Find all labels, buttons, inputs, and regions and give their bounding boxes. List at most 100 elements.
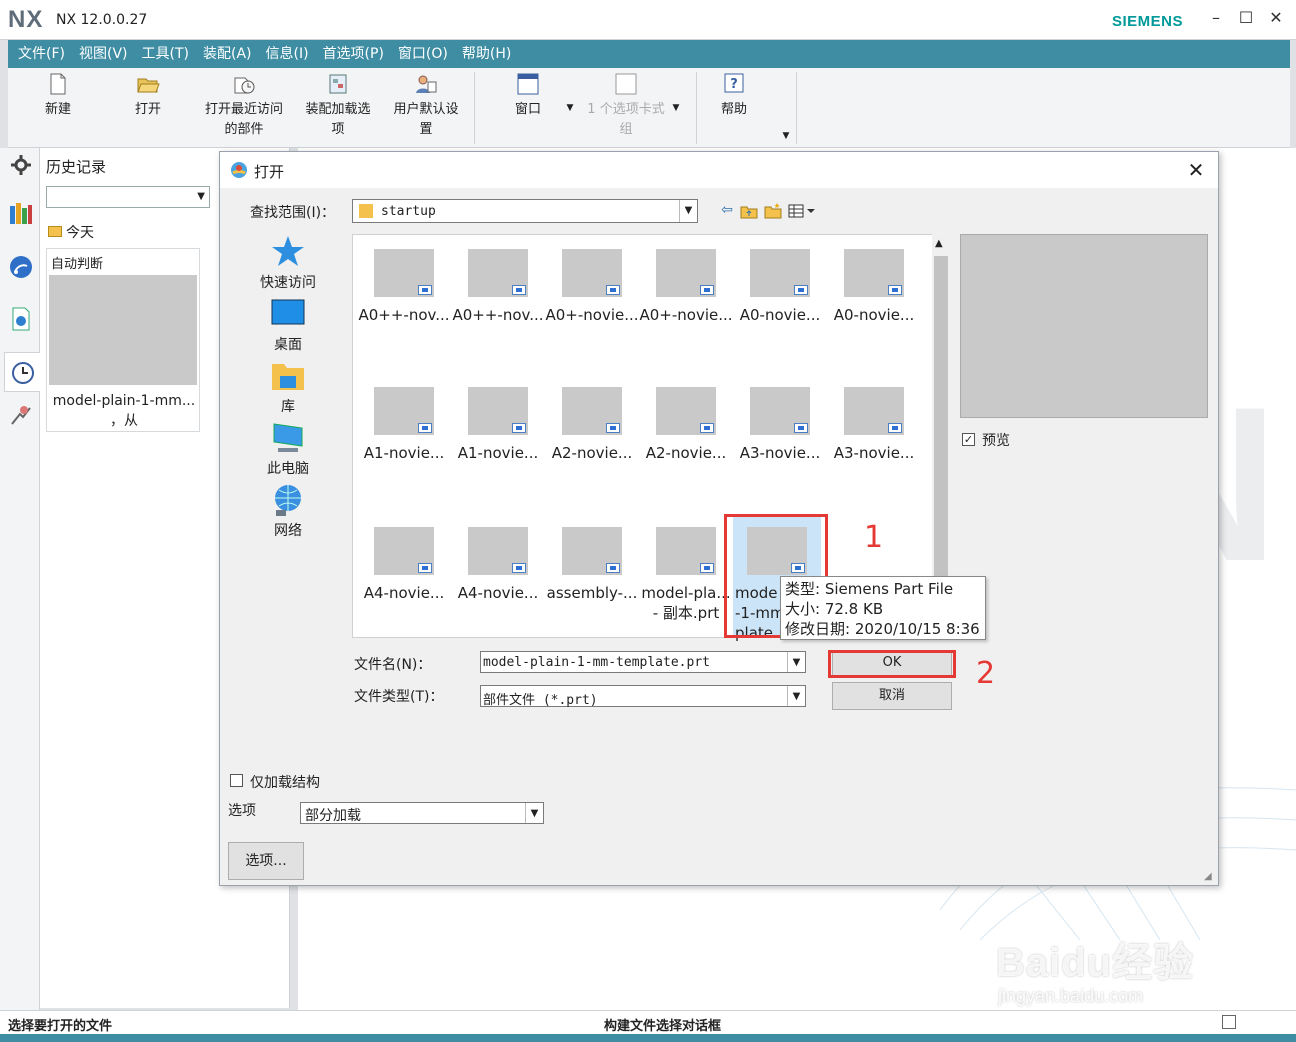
place-network[interactable]: 网络 [240,482,336,540]
history-tab[interactable] [4,352,40,392]
file-item[interactable]: A3-novie... [733,387,827,463]
place-quick-access[interactable]: 快速访问 [240,234,336,292]
tabbed-group-dropdown-icon[interactable]: ▼ [670,98,682,118]
history-filter-dropdown[interactable]: ▼ [46,186,210,208]
file-thumbnail [656,249,716,297]
window-button[interactable]: 窗口 [508,72,548,120]
file-item[interactable]: A4-novie... [357,527,451,603]
open-recent-label-1: 打开最近访问 [204,102,283,117]
file-item[interactable]: assembly-... [545,527,639,603]
part-navigator-icon[interactable] [8,200,34,226]
menu-preferences[interactable]: 首选项(P) [323,40,384,68]
new-file-icon [50,73,66,95]
part-file-icon [700,563,714,573]
part-file-icon [794,423,808,433]
file-name: A3-novie... [833,444,915,462]
file-thumbnail [562,249,622,297]
file-item[interactable]: A4-novie... [451,527,545,603]
ribbon-separator [796,72,797,144]
part-file-icon [794,285,808,295]
file-type-dropdown[interactable]: 部件文件 (*.prt) ▼ [480,685,806,708]
roles-icon[interactable] [8,402,34,428]
menu-help[interactable]: 帮助(H) [462,40,511,68]
status-prompt: 选择要打开的文件 [8,1019,113,1034]
file-item[interactable]: A2-novie... [639,387,733,463]
new-button[interactable]: 新建 [38,72,78,120]
file-name: A0+-novie... [639,306,733,324]
window-dropdown-icon[interactable]: ▼ [564,98,576,118]
settings-gear-icon[interactable] [8,152,34,178]
web-browser-icon[interactable] [8,254,34,280]
look-in-dropdown[interactable]: startup ▼ [352,199,698,223]
place-desktop[interactable]: 桌面 [240,296,336,354]
menu-window[interactable]: 窗口(O) [398,40,448,68]
menu-view[interactable]: 视图(V) [79,40,128,68]
chevron-down-icon[interactable]: ▼ [525,803,543,823]
part-file-icon [512,285,526,295]
assembly-load-options-button[interactable]: 装配加载选 项 [300,72,376,140]
history-item-type: 自动判断 [51,257,104,272]
open-recent-button[interactable]: 打开最近访问 的部件 [196,72,292,140]
place-this-pc-label: 此电脑 [267,461,309,477]
place-this-pc[interactable]: 此电脑 [240,420,336,478]
user-defaults-button[interactable]: 用户默认设 置 [388,72,464,140]
dialog-close-icon[interactable]: ✕ [1184,158,1208,182]
file-thumbnail [374,527,434,575]
file-thumbnail [374,387,434,435]
ribbon-expand-icon[interactable]: ▼ [780,126,792,146]
close-button[interactable]: ✕ [1264,8,1288,32]
file-item[interactable]: A0-novie... [827,249,921,325]
chevron-down-icon[interactable]: ▼ [787,686,805,706]
open-label: 打开 [134,102,161,117]
menu-file[interactable]: 文件(F) [18,40,65,68]
tooltip-type: 类型: Siemens Part File [785,580,954,598]
tooltip-date: 修改日期: 2020/10/15 8:36 [785,620,980,638]
view-menu-icon[interactable] [788,202,818,220]
library-folder-icon [272,364,304,390]
file-item[interactable]: A1-novie... [451,387,545,463]
fullscreen-icon[interactable] [1222,1015,1236,1029]
options-button[interactable]: 选项... [228,842,304,880]
back-arrow-icon[interactable]: ⇦ [718,202,736,220]
file-name-input[interactable]: model-plain-1-mm-template.prt ▼ [480,651,806,673]
file-item[interactable]: A0-novie... [733,249,827,325]
folder-icon [359,204,373,218]
resize-grip-icon[interactable]: ◢ [1204,871,1216,883]
scroll-up-icon[interactable]: ▲ [935,238,943,249]
preview-checkbox[interactable]: ✓ [962,433,975,446]
file-thumbnail [844,387,904,435]
file-item[interactable]: model-pla... - 副本.prt [639,527,733,623]
history-group-label: 今天 [66,225,94,241]
file-item[interactable]: A0++-nov... [357,249,451,325]
tabbed-group-icon [615,73,637,95]
cancel-button[interactable]: 取消 [832,682,952,710]
file-thumbnail [750,387,810,435]
menu-info[interactable]: 信息(I) [266,40,309,68]
history-group-today[interactable]: 今天 [48,222,94,242]
file-item[interactable]: A0+-novie... [639,249,733,325]
file-name: model-pla... - 副本.prt [639,583,733,623]
chevron-down-icon[interactable]: ▼ [787,652,805,672]
file-item[interactable]: A1-novie... [357,387,451,463]
open-button[interactable]: 打开 [128,72,168,120]
file-item[interactable]: A3-novie... [827,387,921,463]
place-libraries[interactable]: 库 [240,358,336,416]
file-item[interactable]: A2-novie... [545,387,639,463]
file-item[interactable]: A0++-nov... [451,249,545,325]
file-name: A3-novie... [739,444,821,462]
maximize-button[interactable]: ☐ [1234,8,1258,32]
reuse-library-icon[interactable] [8,306,34,332]
minimize-button[interactable]: – [1204,8,1228,32]
menu-tools[interactable]: 工具(T) [142,40,189,68]
up-folder-icon[interactable] [740,202,758,220]
history-item[interactable]: 自动判断 model-plain-1-mm... ，从 [46,248,200,432]
new-folder-icon[interactable] [764,202,782,220]
help-button[interactable]: ? 帮助 [714,72,754,120]
scrollbar-thumb[interactable] [934,256,948,596]
load-structure-only-checkbox[interactable] [230,774,243,787]
look-in-label: 查找范围(I)： [250,205,336,221]
file-item[interactable]: A0+-novie... [545,249,639,325]
help-icon: ? [724,73,744,93]
menu-assembly[interactable]: 装配(A) [203,40,252,68]
load-options-dropdown[interactable]: 部分加载 ▼ [300,802,544,824]
